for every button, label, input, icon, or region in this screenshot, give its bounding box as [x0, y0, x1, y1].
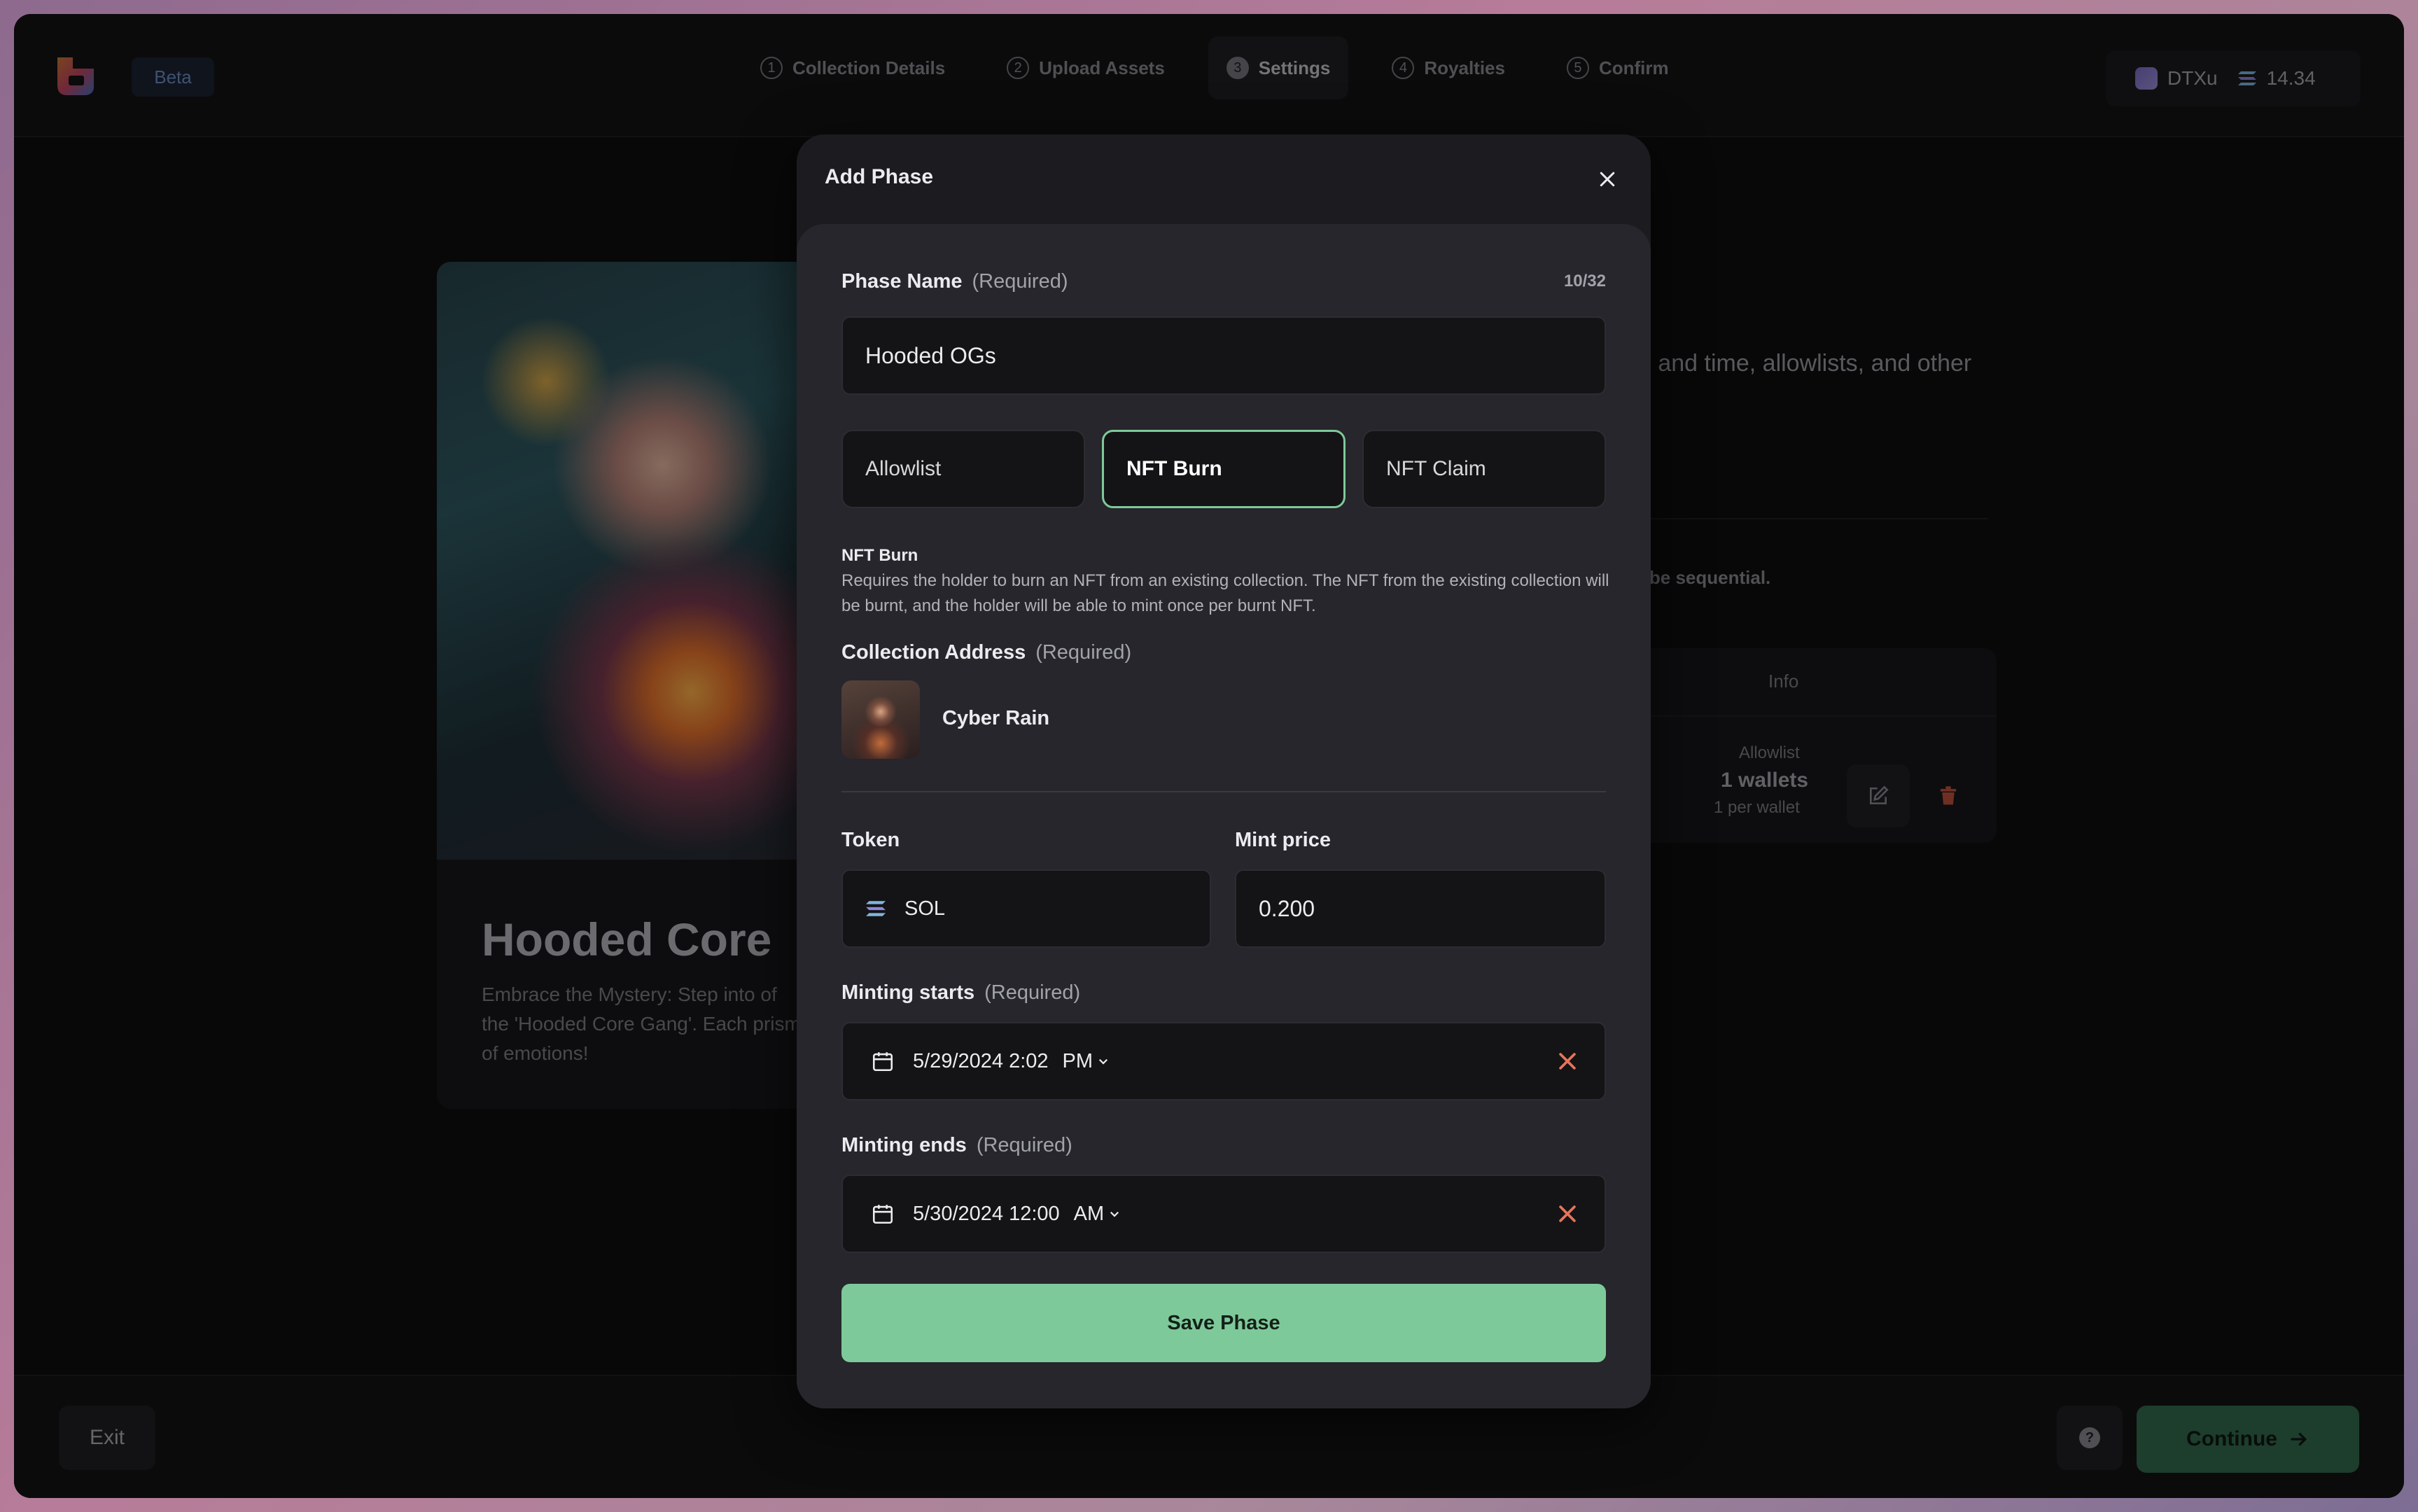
label-text: Minting starts — [841, 981, 975, 1004]
minting-starts-label: Minting starts (Required) — [841, 981, 1080, 1004]
phase-name-input[interactable]: Hooded OGs — [841, 316, 1606, 395]
label-text: Collection Address — [841, 641, 1026, 664]
clear-icon[interactable] — [1556, 1202, 1579, 1226]
label-text: Phase Name — [841, 270, 963, 293]
token-value: SOL — [904, 897, 946, 920]
calendar-icon — [872, 1205, 893, 1224]
minting-ends-ampm[interactable]: AM — [1074, 1203, 1105, 1226]
chevron-down-icon — [1098, 1058, 1108, 1065]
phase-type-description-title: NFT Burn — [841, 546, 918, 565]
clear-icon[interactable] — [1556, 1049, 1579, 1073]
minting-ends-picker[interactable]: 5/30/2024 12:00 AM — [841, 1175, 1606, 1253]
minting-starts-date: 5/29/2024 2:02 — [913, 1049, 1049, 1072]
required-hint: (Required) — [972, 270, 1068, 293]
minting-ends-date: 5/30/2024 12:00 — [913, 1202, 1060, 1225]
char-counter: 10/32 — [1563, 272, 1606, 290]
close-button[interactable] — [1591, 162, 1624, 196]
phase-name-value: Hooded OGs — [865, 342, 996, 368]
phase-type-label: NFT Claim — [1386, 457, 1486, 480]
add-phase-modal: Add Phase Phase Name (Required) 10/32 Hoo… — [797, 134, 1651, 1408]
mint-price-label: Mint price — [1235, 829, 1331, 851]
required-hint: (Required) — [976, 1134, 1072, 1156]
app-window: Beta 1 Collection Details 2 Upload Asset… — [14, 14, 2404, 1498]
solana-icon — [866, 901, 886, 916]
save-phase-button[interactable]: Save Phase — [841, 1284, 1606, 1362]
phase-type-label: NFT Burn — [1126, 457, 1222, 480]
collection-thumbnail[interactable] — [841, 680, 920, 759]
close-icon — [1600, 172, 1615, 187]
minting-ends-label: Minting ends (Required) — [841, 1134, 1072, 1157]
phase-type-description: Requires the holder to burn an NFT from … — [841, 571, 1609, 615]
phase-form: Phase Name (Required) 10/32 Hooded OGs Al… — [797, 224, 1651, 1408]
token-label: Token — [841, 829, 900, 851]
collection-name[interactable]: Cyber Rain — [942, 707, 1049, 730]
divider — [841, 791, 1606, 792]
token-select[interactable]: SOL — [841, 869, 1211, 948]
phase-type-allowlist[interactable]: Allowlist — [841, 430, 1085, 508]
mint-price-value: 0.200 — [1259, 895, 1315, 921]
phase-type-label: Allowlist — [865, 457, 942, 480]
minting-starts-ampm[interactable]: PM — [1063, 1050, 1093, 1073]
required-hint: (Required) — [984, 981, 1081, 1004]
collection-address-label: Collection Address (Required) — [841, 641, 1131, 664]
phase-name-label: Phase Name (Required) — [841, 270, 1068, 293]
mint-price-input[interactable]: 0.200 — [1235, 869, 1606, 948]
minting-starts-picker[interactable]: 5/29/2024 2:02 PM — [841, 1022, 1606, 1100]
chevron-down-icon — [1110, 1211, 1119, 1217]
phase-type-nft-burn[interactable]: NFT Burn — [1102, 430, 1346, 508]
calendar-icon — [872, 1052, 893, 1072]
label-text: Minting ends — [841, 1134, 967, 1156]
required-hint: (Required) — [1035, 641, 1132, 664]
phase-type-nft-claim[interactable]: NFT Claim — [1362, 430, 1606, 508]
modal-title: Add Phase — [825, 165, 934, 188]
